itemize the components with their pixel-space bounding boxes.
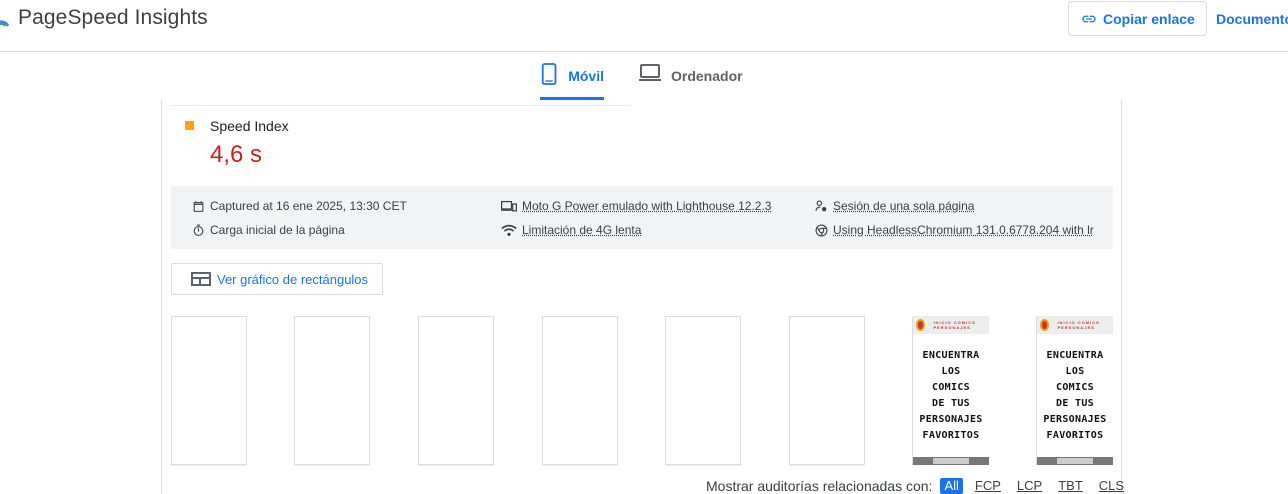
copy-link-button[interactable]: Copiar enlace	[1068, 1, 1207, 36]
filmstrip-frame	[789, 316, 865, 465]
frame-hero-text: ENCUENTRA LOS COMICS DE TUS PERSONAJES F…	[913, 348, 989, 444]
hero-line: FAVORITOS	[913, 428, 989, 444]
load-type-text: Carga inicial de la página	[210, 223, 345, 237]
documentation-link[interactable]: Documento	[1216, 11, 1288, 27]
laptop-icon	[639, 62, 661, 82]
calendar-icon	[192, 200, 205, 213]
metric-name: Speed Index	[210, 118, 289, 134]
hero-line: PERSONAJES	[913, 412, 989, 428]
filmstrip-frame-content: INICIO COMICS PERSONAJES ENCUENTRA LOS C…	[1036, 316, 1113, 465]
site-logo-icon	[1040, 319, 1049, 331]
browser-text: Using HeadlessChromium 131.0.6778.204 wi…	[833, 223, 1094, 237]
view-treemap-button[interactable]: Ver gráfico de rectángulos	[171, 263, 383, 295]
frame-hero-text: ENCUENTRA LOS COMICS DE TUS PERSONAJES F…	[1037, 348, 1113, 444]
hero-line: ENCUENTRA	[1037, 348, 1113, 364]
frame-site-nav: INICIO COMICS PERSONAJES	[933, 320, 989, 330]
device-item[interactable]: Moto G Power emulado with Lighthouse 12.…	[501, 199, 771, 213]
filmstrip-frame	[171, 316, 247, 465]
hero-line: DE TUS	[913, 396, 989, 412]
view-treemap-label: Ver gráfico de rectángulos	[217, 272, 368, 287]
app-title[interactable]: PageSpeed Insights	[18, 6, 208, 30]
hero-line: LOS	[1037, 364, 1113, 380]
filter-chip-cls[interactable]: CLS	[1095, 478, 1128, 494]
filmstrip-frame	[665, 316, 741, 465]
frame-site-nav: INICIO COMICS PERSONAJES	[1057, 320, 1113, 330]
card-border-right	[1121, 100, 1122, 494]
filter-chip-tbt[interactable]: TBT	[1054, 478, 1087, 494]
filmstrip-frame	[542, 316, 618, 465]
hero-line: LOS	[913, 364, 989, 380]
link-icon	[1081, 11, 1097, 27]
filmstrip-frame-content: INICIO COMICS PERSONAJES ENCUENTRA LOS C…	[912, 316, 989, 465]
filter-chip-lcp[interactable]: LCP	[1013, 478, 1046, 494]
network-item[interactable]: Limitación de 4G lenta	[501, 223, 641, 237]
filter-chip-all[interactable]: All	[940, 478, 962, 494]
captured-at-text: Captured at 16 ene 2025, 13:30 CET	[210, 199, 407, 213]
hero-line: ENCUENTRA	[913, 348, 989, 364]
hero-line: COMICS	[1037, 380, 1113, 396]
frame-footer-strip	[1037, 457, 1113, 465]
tab-mobile[interactable]: Móvil	[540, 62, 604, 100]
devices-icon	[501, 200, 517, 213]
tab-desktop-label: Ordenador	[671, 68, 743, 84]
pagespeed-logo-icon	[0, 10, 10, 28]
device-text: Moto G Power emulado with Lighthouse 12.…	[522, 199, 771, 213]
hero-line: PERSONAJES	[1037, 412, 1113, 428]
treemap-icon	[191, 272, 211, 286]
top-bar: PageSpeed Insights Copiar enlace Documen…	[0, 0, 1288, 52]
user-session-icon	[815, 200, 828, 213]
metric-value: 4,6 s	[210, 141, 262, 169]
network-text: Limitación de 4G lenta	[522, 223, 641, 237]
copy-link-label: Copiar enlace	[1103, 11, 1195, 27]
session-item[interactable]: Sesión de una sola página	[815, 199, 974, 213]
browser-item[interactable]: Using HeadlessChromium 131.0.6778.204 wi…	[815, 223, 1105, 237]
site-logo-icon	[916, 319, 925, 331]
hero-line: DE TUS	[1037, 396, 1113, 412]
audit-filter-label: Mostrar auditorías relacionadas con:	[706, 478, 932, 494]
chrome-icon	[815, 224, 828, 237]
filmstrip-frame	[418, 316, 494, 465]
audit-filter: Mostrar auditorías relacionadas con: All…	[706, 478, 1128, 494]
load-type-item: Carga inicial de la página	[192, 223, 345, 237]
divider	[171, 105, 631, 106]
hero-line: FAVORITOS	[1037, 428, 1113, 444]
session-text: Sesión de una sola página	[833, 199, 974, 213]
metric-status-indicator	[185, 121, 194, 130]
card-border-left	[161, 100, 162, 494]
runtime-settings-panel: Captured at 16 ene 2025, 13:30 CET Carga…	[171, 186, 1113, 249]
smartphone-icon	[540, 62, 558, 86]
stopwatch-icon	[192, 224, 205, 237]
filter-chip-fcp[interactable]: FCP	[971, 478, 1005, 494]
tab-desktop[interactable]: Ordenador	[639, 62, 749, 100]
frame-site-header: INICIO COMICS PERSONAJES	[1037, 316, 1113, 334]
frame-footer-strip	[913, 457, 989, 465]
frame-site-header: INICIO COMICS PERSONAJES	[913, 316, 989, 334]
hero-line: COMICS	[913, 380, 989, 396]
captured-at-item: Captured at 16 ene 2025, 13:30 CET	[192, 199, 407, 213]
network-icon	[501, 224, 517, 237]
filmstrip-frame	[294, 316, 370, 465]
tab-mobile-label: Móvil	[568, 68, 604, 84]
